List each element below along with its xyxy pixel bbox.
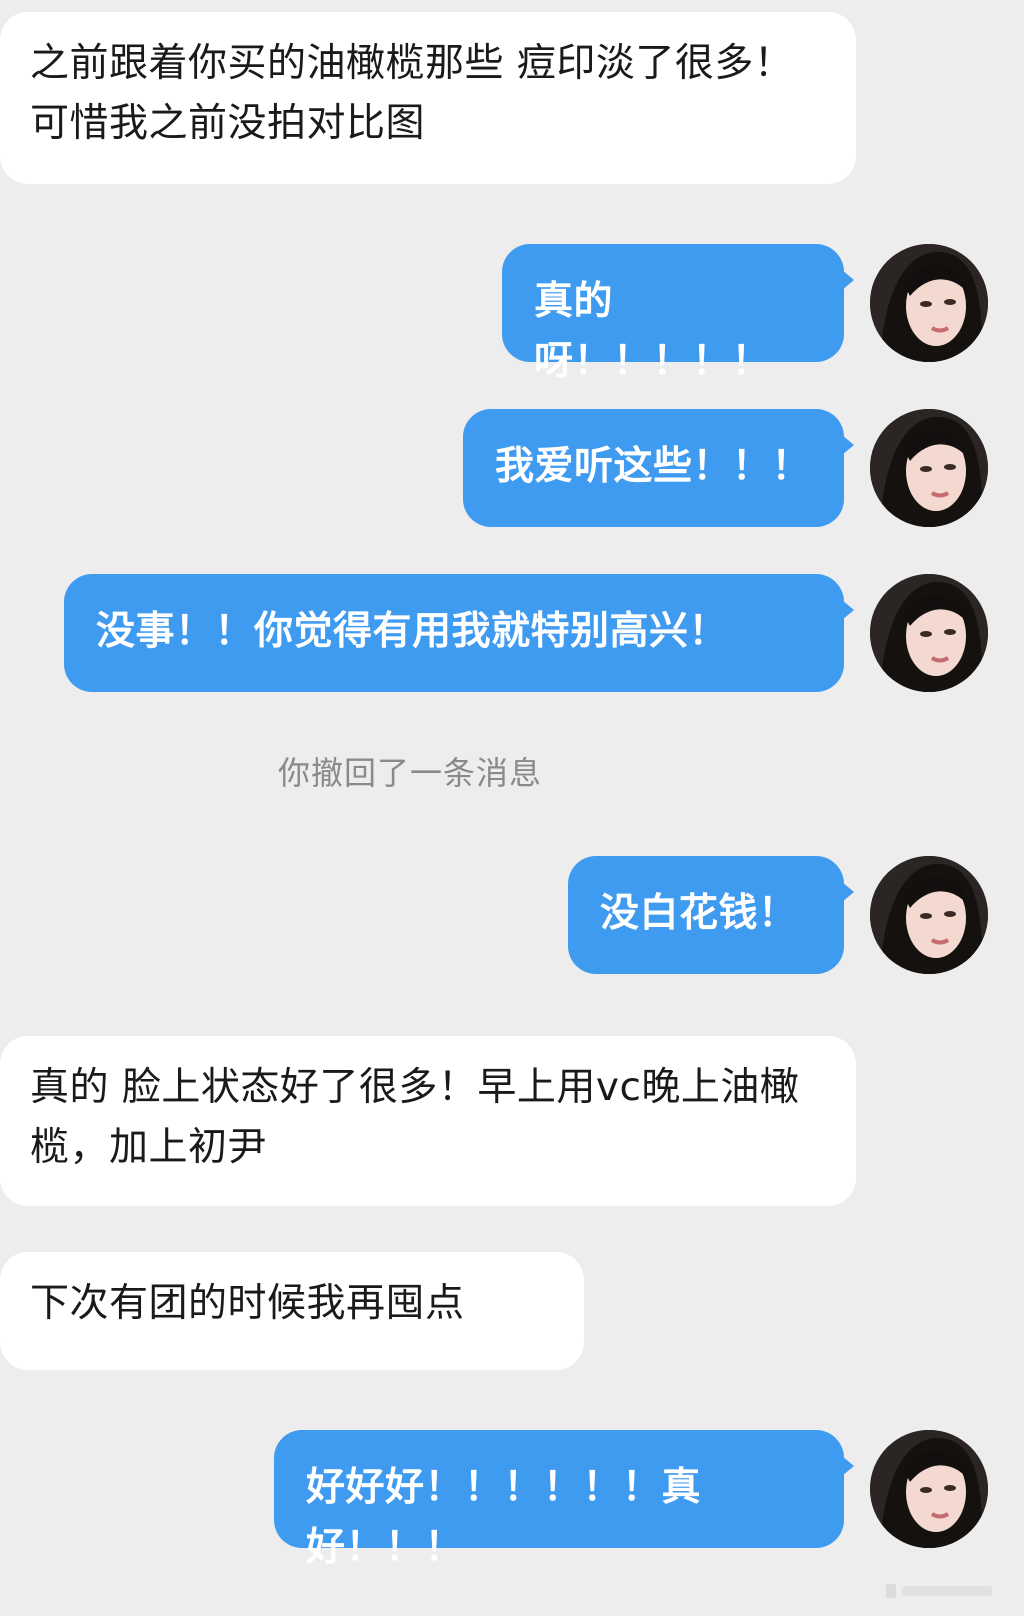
message-bubble-outgoing[interactable]: 我爱听这些！！！ (463, 409, 854, 527)
message-text: 真的呀！！！！！ (534, 279, 772, 384)
avatar[interactable] (870, 244, 988, 362)
avatar-photo-icon (870, 574, 988, 692)
message-text: 没事！！你觉得有用我就特别高兴！ (96, 609, 729, 654)
avatar-photo-icon (870, 1430, 988, 1548)
message-text: 下次有团的时候我再囤点 (30, 1281, 465, 1326)
message-recalled-notice: 你撤回了一条消息 (278, 754, 543, 792)
message-text: 好好好！！！！！！真好！！！ (306, 1465, 702, 1570)
watermark-icon (886, 1584, 992, 1598)
message-bubble-incoming[interactable]: 下次有团的时候我再囤点 (0, 1252, 584, 1370)
avatar[interactable] (870, 856, 988, 974)
message-bubble-outgoing[interactable]: 没事！！你觉得有用我就特别高兴！ (64, 574, 854, 692)
message-text: 没白花钱！ (600, 891, 798, 936)
avatar-photo-icon (870, 409, 988, 527)
message-bubble-outgoing[interactable]: 没白花钱！ (568, 856, 854, 974)
avatar-photo-icon (870, 244, 988, 362)
message-text: 我爱听这些！！！ (495, 444, 812, 489)
avatar-photo-icon (870, 856, 988, 974)
message-bubble-incoming[interactable]: 真的 脸上状态好了很多！早上用vc晚上油橄榄，加上初尹 (0, 1036, 856, 1206)
message-text: 真的 脸上状态好了很多！早上用vc晚上油橄榄，加上初尹 (30, 1065, 800, 1170)
avatar[interactable] (870, 1430, 988, 1548)
message-text: 之前跟着你买的油橄榄那些 痘印淡了很多！可惜我之前没拍对比图 (30, 41, 794, 146)
message-bubble-outgoing[interactable]: 好好好！！！！！！真好！！！ (274, 1430, 854, 1570)
avatar[interactable] (870, 409, 988, 527)
chat-thread: 之前跟着你买的油橄榄那些 痘印淡了很多！可惜我之前没拍对比图 真的呀！！！！！ … (0, 0, 1024, 1616)
message-bubble-outgoing[interactable]: 真的呀！！！！！ (502, 244, 854, 384)
message-bubble-incoming[interactable]: 之前跟着你买的油橄榄那些 痘印淡了很多！可惜我之前没拍对比图 (0, 12, 856, 184)
avatar[interactable] (870, 574, 988, 692)
